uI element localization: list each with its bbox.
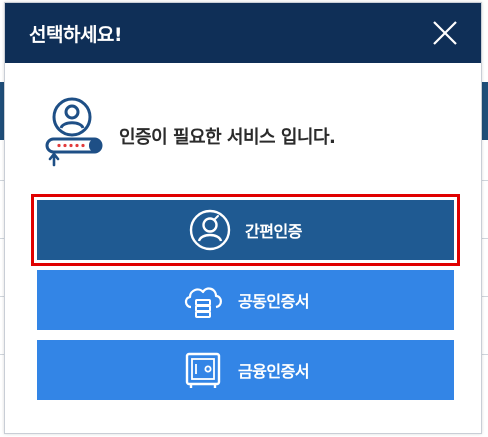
intro-section: 인증이 필요한 서비스 입니다.: [43, 97, 443, 169]
joint-certificate-label: 공동인증서: [237, 292, 310, 311]
auth-select-modal: 선택하세요! 인증이 필요한 서비스 입니다. 간편인증 공동인증서 금융인증서: [4, 2, 482, 434]
background-divider: [482, 180, 488, 181]
close-button[interactable]: [431, 19, 459, 47]
safe-icon: [185, 352, 221, 388]
simple-auth-label: 간편인증: [245, 222, 302, 241]
financial-certificate-button[interactable]: 금융인증서: [37, 340, 454, 400]
financial-certificate-label: 금융인증서: [237, 362, 310, 381]
modal-header: 선택하세요!: [5, 3, 481, 63]
user-circle-icon: [189, 209, 231, 251]
background-divider: [482, 238, 488, 239]
intro-message: 인증이 필요한 서비스 입니다.: [119, 127, 336, 148]
modal-title: 선택하세요!: [29, 24, 123, 46]
joint-certificate-button[interactable]: 공동인증서: [37, 270, 454, 330]
background-divider: [482, 296, 488, 297]
cloud-server-icon: [184, 287, 222, 318]
background-divider: [482, 354, 488, 355]
simple-auth-button[interactable]: 간편인증: [31, 194, 460, 266]
close-x-icon: [433, 21, 457, 45]
background-navbar-right: [482, 82, 488, 140]
user-key-icon: [45, 97, 103, 167]
